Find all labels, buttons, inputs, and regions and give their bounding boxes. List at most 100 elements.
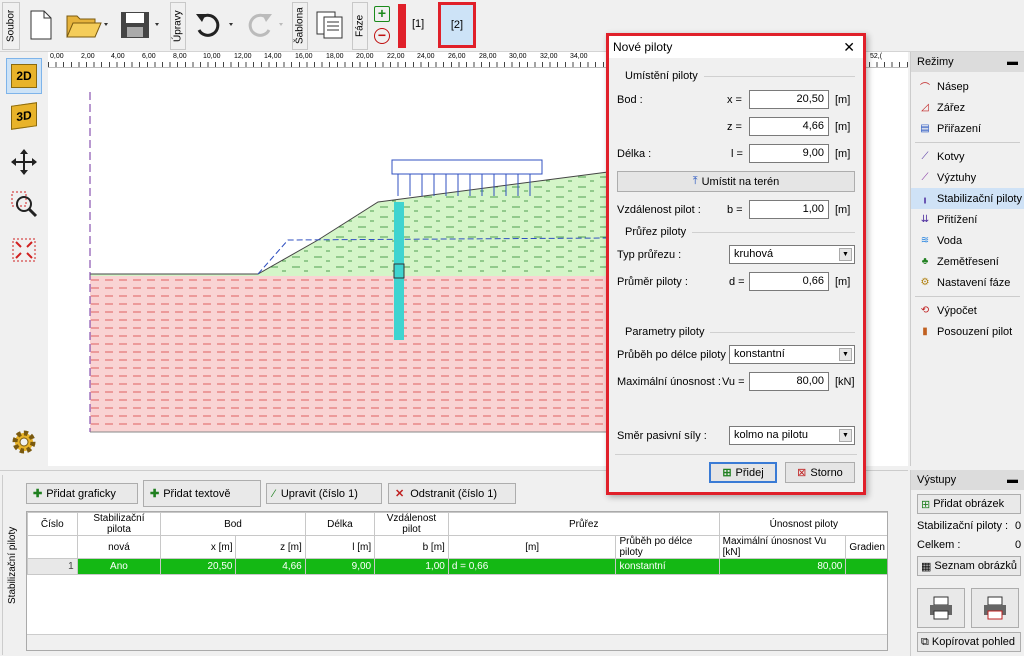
place-terrain-icon: ⤒ [692, 175, 698, 187]
collapse-icon[interactable]: ▬ [1007, 474, 1018, 486]
cut-icon: ◿ [921, 102, 929, 113]
ruler-tick: 24,00 [417, 53, 435, 60]
chevron-down-icon: ▼ [839, 248, 852, 261]
col-subheader: z [m] [235, 535, 306, 559]
ruler-tick: 2,00 [81, 53, 95, 60]
copy-icon: ⧉ [921, 635, 929, 648]
template-icon[interactable] [312, 6, 348, 44]
add-icon: ⊞ [722, 467, 732, 479]
table-cell: d = 0,66 [447, 558, 617, 575]
col-header: Únosnost piloty [718, 512, 887, 536]
vu-input[interactable]: 80,00 [749, 372, 829, 391]
edit-button[interactable]: ⁄ Upravit (číslo 1) [266, 483, 382, 504]
menu-faze[interactable]: Fáze [352, 2, 368, 50]
view-3d-button[interactable]: 3D [6, 98, 42, 134]
open-file-icon[interactable] [64, 6, 112, 44]
table-cell: 9,00 [304, 558, 376, 575]
menu-upravy[interactable]: Úpravy [170, 2, 186, 50]
l-symbol: l = [731, 148, 743, 160]
earthquake-icon: ♣ [921, 256, 929, 267]
add-image-icon: ⊞ [921, 498, 931, 511]
pile-check-icon: ▮ [922, 326, 928, 337]
b-symbol: b = [727, 204, 743, 216]
print-view-button[interactable] [971, 588, 1019, 628]
ruler-tick: 16,00 [295, 53, 313, 60]
cancel-button[interactable]: ⊠ Storno [785, 462, 855, 483]
image-list-button[interactable]: ▦ Seznam obrázků [917, 556, 1021, 576]
table-cell: Ano [76, 558, 162, 575]
edit-icon: ⁄ [273, 487, 275, 500]
ruler-tick: 10,00 [203, 53, 221, 60]
zoom-icon[interactable] [6, 186, 42, 222]
add-graphic-icon: ✚ [33, 488, 43, 500]
mode-kotvy[interactable]: ⟋ Kotvy [911, 146, 1024, 167]
add-button[interactable]: ⊞ Přidej [709, 462, 777, 483]
mode-posouzeni-pilot[interactable]: ▮ Posouzení pilot [911, 321, 1024, 342]
mode-voda[interactable]: ≋ Voda [911, 230, 1024, 251]
stage-1-tab[interactable]: [1] [412, 18, 424, 30]
passive-direction-select[interactable]: kolmo na pilotu ▼ [729, 426, 855, 445]
add-image-button[interactable]: ⊞ Přidat obrázek [917, 494, 1021, 514]
stage-2-tab[interactable]: [2] [438, 2, 476, 48]
z-input[interactable]: 4,66 [749, 117, 829, 136]
col-header: Stabilizační pilota [76, 512, 162, 536]
ruler-tick: 52,( [870, 53, 883, 60]
place-on-terrain-button[interactable]: ⤒ Umístit na terén [617, 171, 855, 192]
mode-zemetreseni[interactable]: ♣ Zemětřesení [911, 251, 1024, 272]
redo-icon[interactable] [244, 6, 288, 44]
add-text-button[interactable]: ✚ Přidat textově [143, 480, 261, 507]
remove-button[interactable]: ✕ Odstranit (číslo 1) [388, 483, 516, 504]
section-type-select[interactable]: kruhová ▼ [729, 245, 855, 264]
mode-pritizeni[interactable]: ⇊ Přitížení [911, 209, 1024, 230]
col-header: Délka [304, 512, 376, 536]
b-input[interactable]: 1,00 [749, 200, 829, 219]
col-header: Průřez [447, 512, 720, 536]
new-file-icon[interactable] [26, 6, 56, 44]
mode-prirazeni[interactable]: ▤ Přiřazení [911, 118, 1024, 139]
mode-vypocet[interactable]: ⟲ Výpočet [911, 300, 1024, 321]
table-cell: konstantní [615, 558, 720, 575]
mode-nastaveni-faze[interactable]: ⚙ Nastavení fáze [911, 272, 1024, 293]
collapse-icon[interactable]: ▬ [1007, 56, 1018, 68]
mode-stabilizacni-piloty[interactable]: ╻ Stabilizační piloty [911, 188, 1024, 209]
print-button[interactable] [917, 588, 965, 628]
printer-red-icon [984, 596, 1006, 620]
d-input[interactable]: 0,66 [749, 272, 829, 291]
copy-view-button[interactable]: ⧉ Kopírovat pohled [917, 632, 1021, 652]
add-graphic-button[interactable]: ✚ Přidat graficky [26, 483, 138, 504]
ruler-tick: 22,00 [387, 53, 405, 60]
stab-piles-count: 0 [1015, 520, 1022, 532]
bod-label: Bod : [617, 94, 643, 106]
move-icon[interactable] [6, 144, 42, 180]
mode-vyztuhy[interactable]: ⟋ Výztuhy [911, 167, 1024, 188]
x-unit: [m] [835, 94, 851, 106]
assign-icon: ▤ [920, 123, 930, 134]
col-header: Vzdálenost pilot [374, 512, 449, 536]
mode-nasep[interactable]: ⌒ Násep [911, 76, 1024, 97]
ruler-tick: 30,00 [509, 53, 527, 60]
calculation-icon: ⟲ [920, 305, 930, 316]
vu-symbol: Vu = [722, 376, 745, 388]
remove-stage-icon[interactable]: − [374, 28, 390, 44]
mode-zarez[interactable]: ◿ Zářez [911, 97, 1024, 118]
modes-title: Režimy ▬ [911, 52, 1024, 72]
close-icon[interactable]: ✕ [843, 39, 855, 56]
undo-icon[interactable] [192, 6, 238, 44]
course-label: Průběh po délce piloty : [617, 349, 732, 361]
zoom-extents-icon[interactable] [6, 232, 42, 268]
settings-gear-icon[interactable] [6, 424, 42, 460]
add-text-icon: ✚ [150, 488, 160, 500]
horizontal-scrollbar[interactable] [27, 634, 887, 650]
outputs-title: Výstupy ▬ [911, 470, 1024, 490]
x-input[interactable]: 20,50 [749, 90, 829, 109]
view-2d-button[interactable]: 2D [6, 58, 42, 94]
course-select[interactable]: konstantní ▼ [729, 345, 855, 364]
l-input[interactable]: 9,00 [749, 144, 829, 163]
menu-sablona[interactable]: Šablona [292, 2, 308, 50]
table-row[interactable]: 1 Ano 20,50 4,66 9,00 1,00 d = 0,66 kons… [27, 558, 887, 575]
save-icon[interactable] [118, 6, 164, 44]
add-stage-icon[interactable]: + [374, 6, 390, 22]
menu-soubor[interactable]: Soubor [2, 2, 20, 50]
anchors-icon: ⟋ [921, 151, 929, 162]
ruler-tick: 20,00 [356, 53, 374, 60]
